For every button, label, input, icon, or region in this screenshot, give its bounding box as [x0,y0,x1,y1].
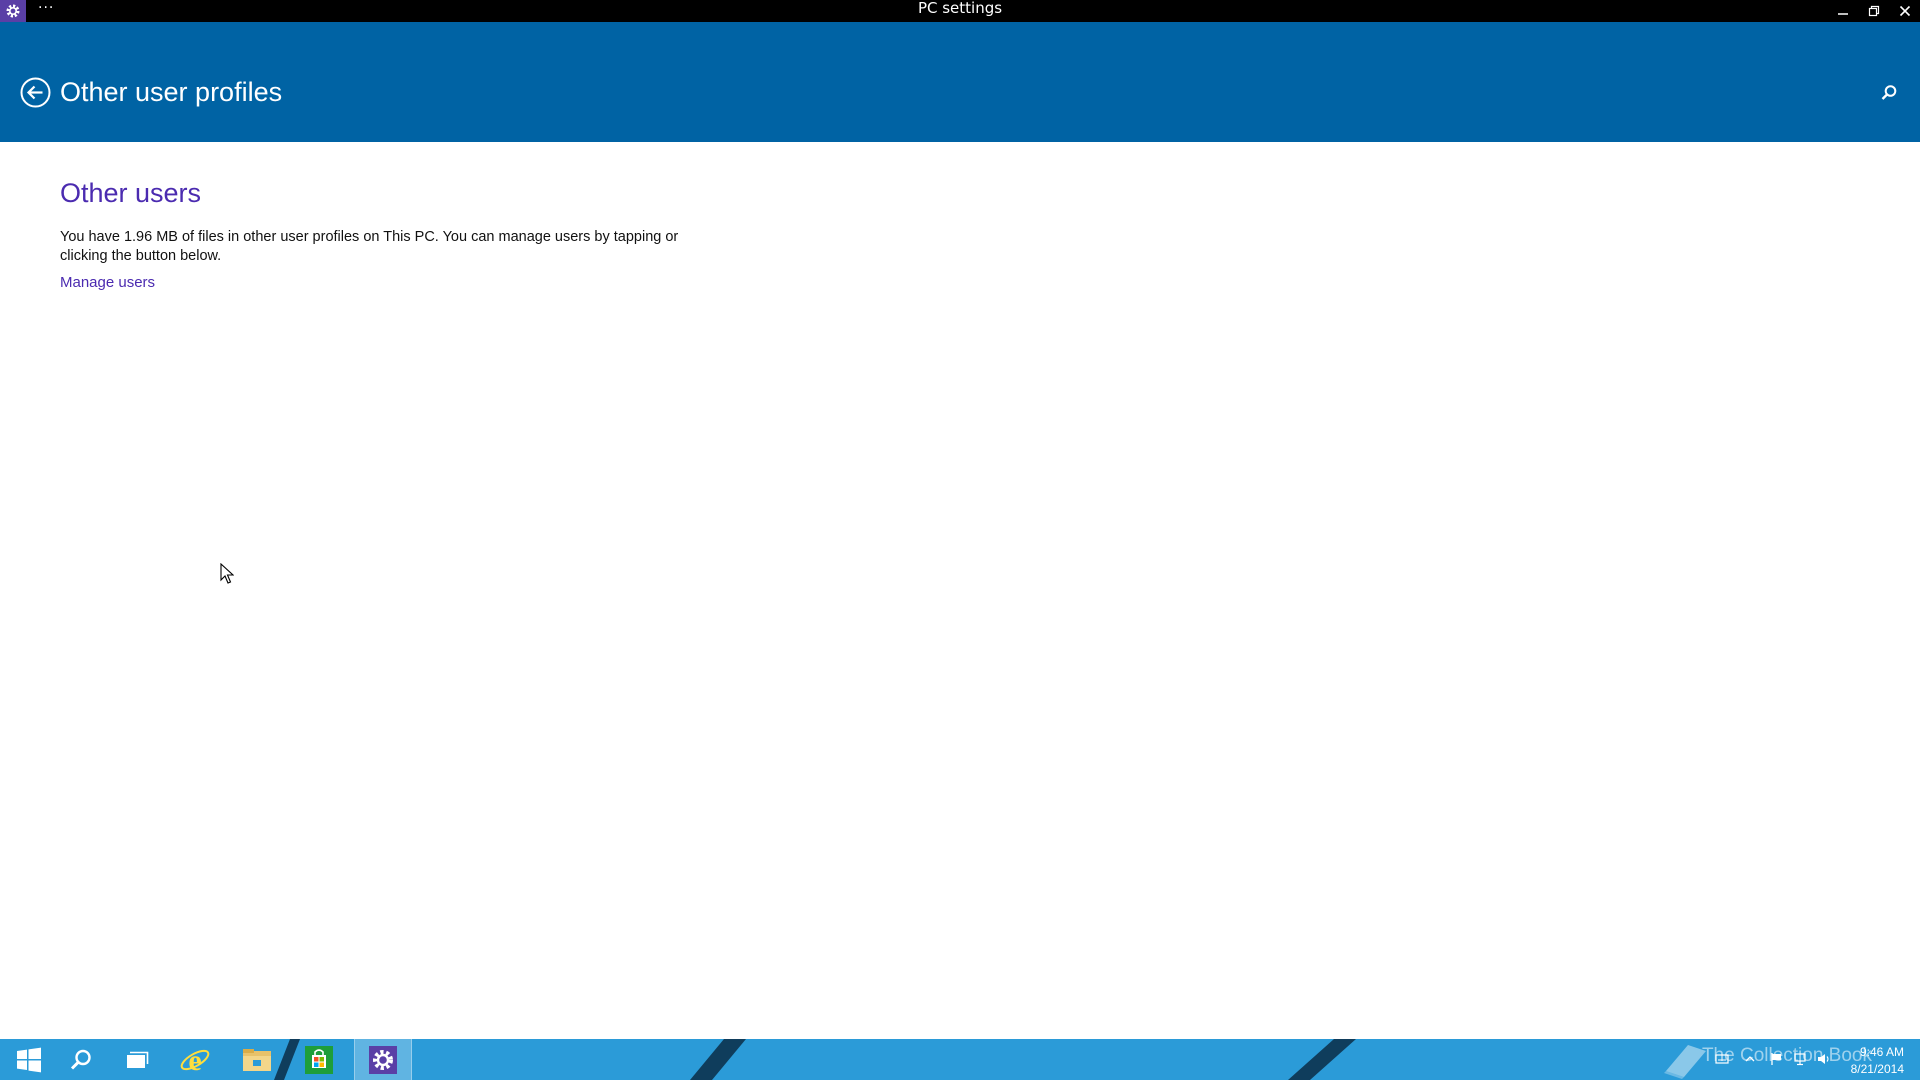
store-icon [305,1045,333,1074]
taskbar: e The Collection Book 9:46 AM 8/21/2014 [0,1039,1920,1080]
section-heading: Other users [60,178,202,208]
restore-icon [1868,5,1879,17]
close-icon [1899,5,1910,17]
search-icon [1881,85,1897,100]
page-title: Other user profiles [60,77,283,107]
back-button[interactable] [20,77,51,108]
start-button[interactable] [0,1039,58,1080]
volume-icon[interactable] [1816,1051,1832,1067]
svg-text:e: e [188,1044,201,1076]
internet-explorer-button[interactable]: e [166,1039,224,1080]
windows-logo-icon [17,1047,41,1072]
file-explorer-button[interactable] [228,1039,286,1080]
window-title: PC settings [917,0,1003,17]
pc-settings-button[interactable] [354,1039,412,1080]
gear-icon [369,1045,397,1074]
task-view-button[interactable] [108,1039,166,1080]
internet-explorer-icon: e [180,1044,210,1076]
search-icon [70,1049,91,1070]
taskbar-search-button[interactable] [52,1039,110,1080]
flag-icon[interactable] [1768,1051,1784,1067]
chevron-up-icon[interactable] [1742,1051,1758,1067]
clock-time[interactable]: 9:46 AM [1860,1045,1904,1059]
network-icon[interactable] [1792,1051,1808,1067]
description-text: You have 1.96 MB of files in other user … [60,229,679,264]
close-button[interactable] [1889,0,1920,22]
keyboard-icon[interactable] [1714,1051,1730,1067]
search-button[interactable] [1876,80,1902,106]
minimize-button[interactable] [1827,0,1858,22]
restore-button[interactable] [1858,0,1889,22]
clock-date[interactable]: 8/21/2014 [1851,1062,1904,1076]
back-arrow-icon [20,77,51,108]
task-view-icon [127,1051,149,1068]
store-button[interactable] [290,1039,348,1080]
folder-icon [243,1048,271,1071]
manage-users-link[interactable]: Manage users [60,273,155,293]
title-bar: ··· PC settings [0,0,1920,22]
minimize-icon [1837,13,1848,15]
mouse-cursor-icon [220,563,234,584]
page-header: Other user profiles [0,22,1920,142]
taskbar-background-stripes [274,1039,1356,1080]
window-controls [1827,0,1920,22]
